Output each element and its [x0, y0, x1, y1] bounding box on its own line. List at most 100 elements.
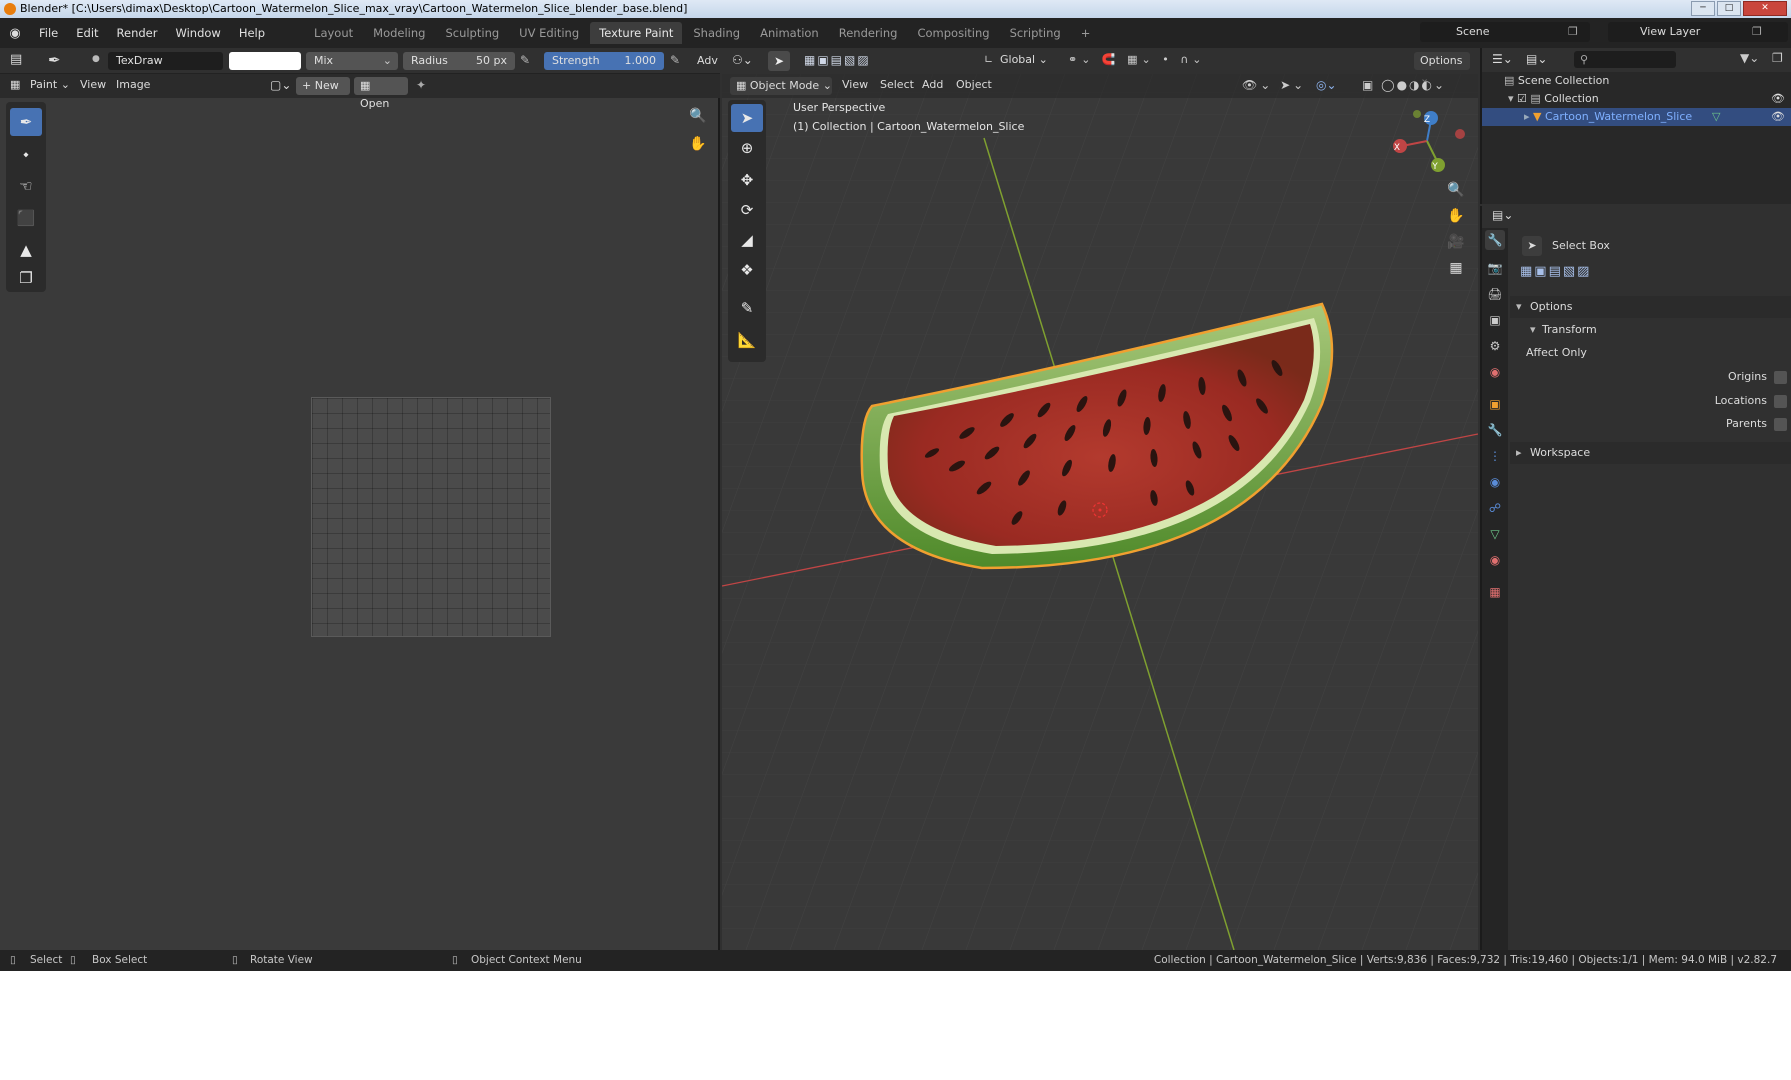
move-icon[interactable]: ✥	[731, 166, 763, 194]
soften-brush-icon[interactable]: ⬩	[10, 140, 42, 168]
tab-material-icon[interactable]: ◉	[1485, 550, 1505, 570]
smear-brush-icon[interactable]: ☜	[10, 172, 42, 200]
menu-help[interactable]: Help	[230, 18, 274, 48]
locations-checkbox[interactable]	[1774, 395, 1787, 408]
new-image-button[interactable]: + New	[296, 77, 350, 95]
open-image-button[interactable]: ▦ Open	[354, 77, 408, 110]
pan-hand-icon[interactable]: ✋	[686, 132, 710, 156]
tab-data-icon[interactable]: ▽	[1485, 524, 1505, 544]
fill-bucket-icon[interactable]: ▲	[10, 236, 42, 264]
origins-checkbox[interactable]	[1774, 371, 1787, 384]
tab-modifiers-icon[interactable]: 🔧	[1485, 420, 1505, 440]
transform-icon[interactable]: ❖	[731, 256, 763, 284]
workspace-panel-header[interactable]: ▸ Workspace	[1510, 442, 1791, 464]
tab-scene-icon[interactable]: ⚙	[1485, 336, 1505, 356]
outliner-search-input[interactable]: ⚲	[1574, 51, 1676, 68]
pan-hand-icon[interactable]: ✋	[1444, 204, 1468, 228]
tab-scripting[interactable]: Scripting	[1001, 22, 1070, 44]
minimize-button[interactable]: ─	[1691, 1, 1715, 16]
display-mode-icon[interactable]: ▤⌄	[1526, 52, 1547, 66]
blender-menu-icon[interactable]: ◉	[0, 26, 30, 41]
camera-icon[interactable]: 🎥	[1444, 230, 1468, 254]
draw-brush-icon[interactable]: ✒	[10, 108, 42, 136]
tab-view-layer-icon[interactable]: ▣	[1485, 310, 1505, 330]
brush-name-field[interactable]: TexDraw	[108, 52, 223, 70]
tab-render-icon[interactable]: 📷	[1485, 258, 1505, 278]
eye-icon[interactable]: 👁	[1771, 90, 1785, 108]
maximize-button[interactable]: □	[1717, 1, 1741, 16]
outliner-row-scene-collection[interactable]: ▤ Scene Collection	[1482, 72, 1791, 90]
tab-particles-icon[interactable]: ⋮	[1485, 446, 1505, 466]
transform-subpanel-header[interactable]: ▾ Transform	[1510, 320, 1791, 340]
add-workspace-button[interactable]: +	[1072, 22, 1100, 44]
texture-canvas[interactable]	[311, 397, 551, 637]
outliner-row-object[interactable]: ▸ ▼ Cartoon_Watermelon_Slice ▽ 👁	[1482, 108, 1791, 126]
tab-tool-icon[interactable]: 🔧	[1485, 230, 1505, 250]
menu-add[interactable]: Add	[922, 78, 943, 91]
scene-selector[interactable]: Scene	[1420, 22, 1590, 42]
editor-type-icon[interactable]: ▤⌄	[1492, 208, 1513, 222]
measure-icon[interactable]: 📐	[731, 326, 763, 354]
editor-type-icon[interactable]: ▤	[10, 52, 22, 67]
cursor-icon[interactable]: ⊕	[731, 134, 763, 162]
menu-edit[interactable]: Edit	[67, 18, 107, 48]
strength-slider[interactable]: Strength 1.000	[544, 52, 664, 70]
new-collection-icon[interactable]: ❐	[1772, 51, 1783, 65]
new-scene-icon[interactable]: ❐	[1568, 25, 1578, 38]
shading-mode-icons[interactable]: ▣ ◯●◑◐⌄	[1362, 78, 1446, 92]
tab-constraints-icon[interactable]: ☍	[1485, 498, 1505, 518]
brush-icon[interactable]: ✒	[48, 51, 61, 69]
menu-view[interactable]: View	[80, 78, 106, 91]
tab-texture-paint[interactable]: Texture Paint	[590, 22, 683, 44]
filter-icon[interactable]: ▼⌄	[1740, 51, 1759, 65]
paint-mode-select[interactable]: Paint ⌄	[30, 78, 70, 91]
tab-rendering[interactable]: Rendering	[830, 22, 907, 44]
editor-type-icon[interactable]: ☰⌄	[1492, 52, 1513, 66]
object-mode-select[interactable]: ▦ Object Mode ⌄	[730, 77, 832, 95]
transform-orientation-select[interactable]: Global ⌄	[1000, 53, 1048, 66]
menu-image[interactable]: Image	[116, 78, 150, 91]
editor-type-icon[interactable]: ⚇⌄	[732, 53, 753, 67]
options-dropdown[interactable]: Options ⌄	[1414, 52, 1470, 85]
tab-object-icon[interactable]: ▣	[1485, 394, 1505, 414]
checkbox-icon[interactable]: ☑	[1517, 92, 1530, 105]
select-box-icon[interactable]: ➤	[1522, 236, 1542, 256]
new-view-layer-icon[interactable]: ❐	[1752, 25, 1762, 38]
clone-stamp-icon[interactable]: ⬛	[10, 204, 42, 232]
tab-texture-icon[interactable]: ▦	[1485, 582, 1505, 602]
advanced-panel-button[interactable]: Adv	[697, 54, 718, 67]
tab-animation[interactable]: Animation	[751, 22, 828, 44]
close-button[interactable]: ✕	[1743, 1, 1787, 16]
blend-mode-select[interactable]: Mix ⌄	[306, 52, 398, 70]
zoom-icon[interactable]: 🔍	[1444, 178, 1468, 202]
pivot-snap-icons[interactable]: ⚭⌄ 🧲 ▦⌄ • ∩⌄	[1068, 53, 1205, 66]
outliner-row-collection[interactable]: ▾ ☑ ▤ Collection 👁	[1482, 90, 1791, 108]
options-panel-header[interactable]: ▾ Options	[1510, 296, 1791, 318]
brush-color-swatch[interactable]	[229, 52, 301, 70]
tab-compositing[interactable]: Compositing	[908, 22, 998, 44]
tab-physics-icon[interactable]: ◉	[1485, 472, 1505, 492]
tab-sculpting[interactable]: Sculpting	[436, 22, 508, 44]
mask-brush-icon[interactable]: ❐	[10, 264, 42, 292]
overlays-icon[interactable]: ◎⌄	[1316, 78, 1337, 92]
select-box-icon[interactable]: ➤	[731, 104, 763, 132]
pressure-strength-icon[interactable]: ✎	[670, 53, 680, 67]
menu-object[interactable]: Object	[956, 78, 992, 91]
menu-select[interactable]: Select	[880, 78, 914, 91]
selection-mode-icons[interactable]: ▦▣▤▧▨	[1520, 264, 1591, 279]
annotate-icon[interactable]: ✎	[731, 294, 763, 322]
parents-checkbox[interactable]	[1774, 418, 1787, 431]
tab-shading[interactable]: Shading	[684, 22, 749, 44]
menu-render[interactable]: Render	[108, 18, 167, 48]
tab-layout[interactable]: Layout	[305, 22, 362, 44]
grid-view-icon[interactable]: ▦	[1444, 256, 1468, 280]
tab-modeling[interactable]: Modeling	[364, 22, 434, 44]
eye-icon[interactable]: 👁	[1771, 108, 1785, 126]
tab-uv-editing[interactable]: UV Editing	[510, 22, 588, 44]
menu-file[interactable]: File	[30, 18, 67, 48]
paint-mode-icon[interactable]: ▦	[10, 78, 20, 91]
tab-world-icon[interactable]: ◉	[1485, 362, 1505, 382]
selection-mode-icons[interactable]: ▦▣▤▧▨	[804, 53, 871, 67]
transform-orientation-icon[interactable]: ∟	[984, 53, 993, 66]
scale-icon[interactable]: ◢	[731, 226, 763, 254]
